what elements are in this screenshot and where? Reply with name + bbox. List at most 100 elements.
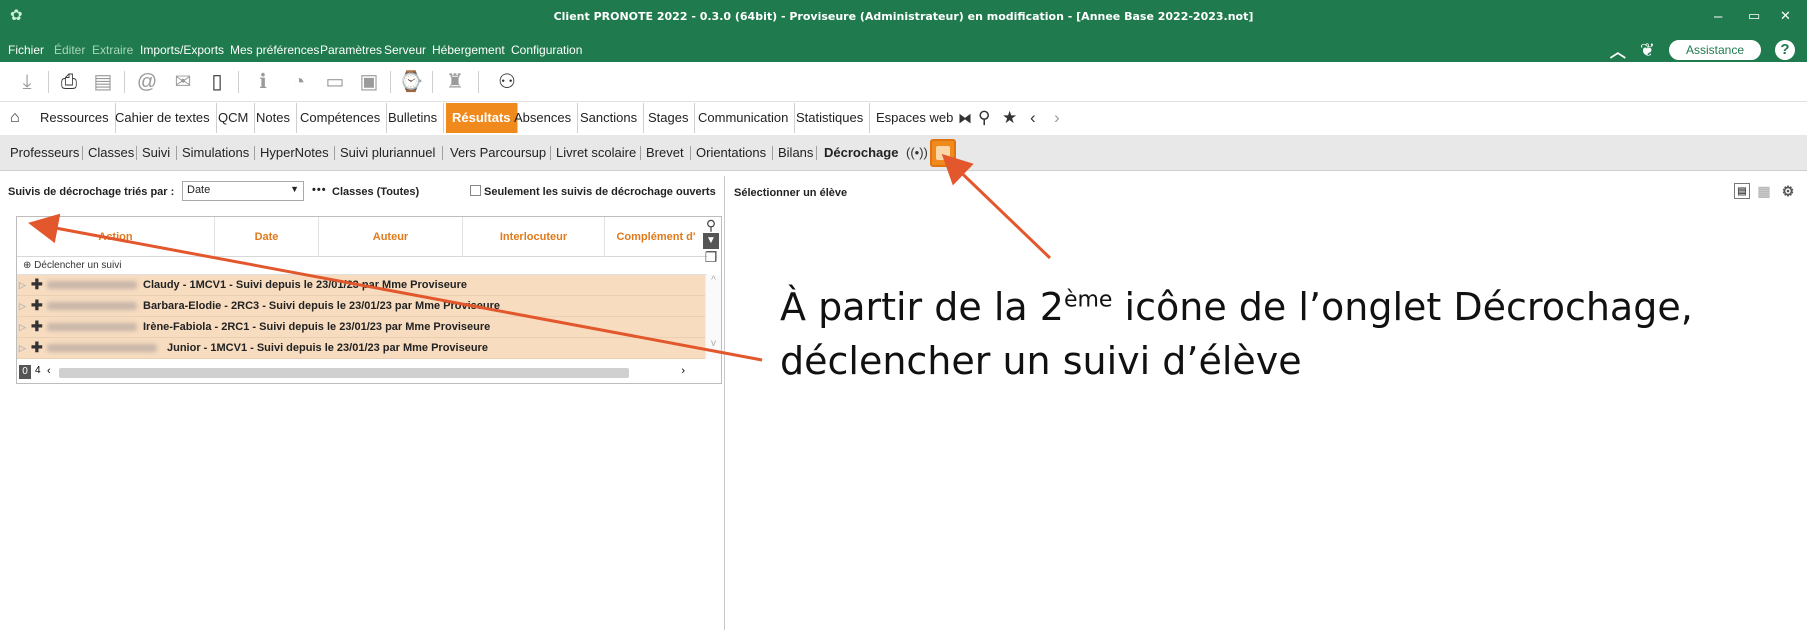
column-complement[interactable]: Complément d'	[605, 217, 707, 257]
tab-espaces-web[interactable]: Espaces web	[870, 103, 959, 133]
chevron-up-icon[interactable]: ︿	[1610, 38, 1626, 62]
chevron-left-icon[interactable]: ‹	[1030, 108, 1036, 128]
comment-icon[interactable]: ▭	[322, 69, 348, 95]
add-suivi-row[interactable]: ⊕ Déclencher un suivi	[17, 257, 707, 275]
table-row[interactable]: ▷ ✚ Irène-Fabiola - 2RC1 - Suivi depuis …	[17, 317, 707, 338]
menu-configuration[interactable]: Configuration	[511, 43, 582, 57]
document-icon[interactable]: ▤	[90, 69, 116, 95]
tab-qcm[interactable]: QCM	[212, 103, 256, 133]
mobile-icon[interactable]: ▯	[204, 69, 230, 95]
menu-hebergement[interactable]: Hébergement	[432, 43, 505, 57]
menu-parametres[interactable]: Paramètres	[320, 43, 382, 57]
agenda-icon[interactable]: ⌚	[398, 69, 424, 95]
decrochage-view-icon[interactable]	[930, 139, 956, 167]
column-auteur[interactable]: Auteur	[319, 217, 463, 257]
subtab-hypernotes[interactable]: HyperNotes	[260, 135, 329, 171]
tab-notes[interactable]: Notes	[250, 103, 297, 133]
sort-label: Suivis de décrochage triés par :	[8, 186, 175, 198]
expand-icon[interactable]: ▷	[19, 275, 26, 295]
tab-stages[interactable]: Stages	[642, 103, 696, 133]
subtab-classes[interactable]: Classes	[88, 135, 134, 171]
classes-filter[interactable]: Classes (Toutes)	[332, 186, 419, 198]
table-row[interactable]: ▷ ✚ Barbara-Elodie - 2RC3 - Suivi depuis…	[17, 296, 707, 317]
only-open-checkbox[interactable]	[470, 185, 481, 196]
tab-resultats[interactable]: Résultats	[446, 103, 518, 133]
subtab-decrochage[interactable]: Décrochage	[824, 135, 898, 171]
menu-imports-exports[interactable]: Imports/Exports	[140, 43, 224, 57]
more-options-icon[interactable]: •••	[312, 184, 327, 196]
gear-icon[interactable]: ⚙	[1780, 183, 1796, 199]
document-box-icon[interactable]: ▤	[1734, 183, 1750, 199]
menu-editer[interactable]: Éditer	[54, 43, 85, 57]
annotation-text: À partir de la 2ème icône de l’onglet Dé…	[780, 280, 1800, 388]
chevron-down-icon[interactable]: v	[706, 338, 721, 349]
minimize-icon[interactable]: –	[1714, 8, 1722, 25]
menu-mes-preferences[interactable]: Mes préférences	[230, 43, 319, 57]
butterfly-icon[interactable]: ❦	[1640, 40, 1655, 61]
tab-communication[interactable]: Communication	[692, 103, 796, 133]
broadcast-icon[interactable]: ((•))	[906, 145, 928, 160]
sub-tabs: Professeurs Classes Suivi Simulations Hy…	[0, 135, 1807, 171]
filter-icon[interactable]: ▼	[703, 233, 719, 249]
chevron-left-icon[interactable]: ‹	[47, 365, 51, 377]
star-icon[interactable]: ★	[1002, 108, 1017, 128]
subtab-orientations[interactable]: Orientations	[696, 135, 766, 171]
tab-bulletins[interactable]: Bulletins	[382, 103, 445, 133]
search-icon[interactable]: ⚲	[978, 108, 990, 128]
info-icon[interactable]: ℹ	[250, 69, 276, 95]
sort-select[interactable]: Date ▼	[182, 181, 304, 201]
envelope-icon[interactable]: ✉	[170, 69, 196, 95]
tab-cahier-de-textes[interactable]: Cahier de textes	[109, 103, 217, 133]
annotation-superscript: ème	[1063, 287, 1113, 313]
group-icon[interactable]: ⚇	[494, 69, 520, 95]
expand-icon[interactable]: ▷	[19, 338, 26, 358]
home-icon[interactable]: ⌂	[10, 109, 20, 127]
subtab-professeurs[interactable]: Professeurs	[10, 135, 79, 171]
plus-icon: ✚	[31, 339, 43, 355]
subtab-suivi[interactable]: Suivi	[142, 135, 170, 171]
export-icon[interactable]: ▦	[1756, 183, 1772, 199]
scrollbar-thumb[interactable]	[59, 368, 629, 378]
subtab-divider	[254, 146, 255, 160]
print-icon[interactable]: ⎙	[56, 69, 82, 95]
subtab-bilans[interactable]: Bilans	[778, 135, 813, 171]
subtab-suivi-pluriannuel[interactable]: Suivi pluriannuel	[340, 135, 435, 171]
assistance-button[interactable]: Assistance	[1668, 40, 1761, 60]
expand-icon[interactable]: ▷	[19, 296, 26, 316]
menu-fichier[interactable]: Fichier	[8, 43, 44, 57]
email-at-icon[interactable]: @	[134, 69, 160, 95]
column-action[interactable]: Action	[17, 217, 215, 257]
chevron-right-icon[interactable]: ›	[1054, 108, 1060, 128]
table-row[interactable]: ▷ ✚ Claudy - 1MCV1 - Suivi depuis le 23/…	[17, 275, 707, 296]
menu-serveur[interactable]: Serveur	[384, 43, 426, 57]
tab-statistiques[interactable]: Statistiques	[790, 103, 871, 133]
tab-sanctions[interactable]: Sanctions	[574, 103, 645, 133]
form-icon[interactable]: ▣	[356, 69, 382, 95]
close-icon[interactable]: ✕	[1780, 8, 1791, 24]
subtab-simulations[interactable]: Simulations	[182, 135, 249, 171]
plus-icon: ✚	[31, 276, 43, 292]
chevron-up-icon[interactable]: ^	[706, 275, 721, 286]
menu-extraire[interactable]: Extraire	[92, 43, 133, 57]
help-icon[interactable]: ?	[1775, 40, 1795, 60]
download-icon[interactable]: ⤓	[14, 69, 40, 95]
collapse-icon[interactable]: ⧓	[958, 110, 972, 127]
select-student-label: Sélectionner un élève	[734, 187, 848, 199]
column-date[interactable]: Date	[215, 217, 319, 257]
chevron-right-icon[interactable]: ›	[681, 365, 685, 377]
subtab-vers-parcoursup[interactable]: Vers Parcoursup	[450, 135, 546, 171]
subtab-livret-scolaire[interactable]: Livret scolaire	[556, 135, 636, 171]
alarm-icon[interactable]: ♜	[442, 69, 468, 95]
tab-absences[interactable]: Absences	[508, 103, 579, 133]
subtab-brevet[interactable]: Brevet	[646, 135, 684, 171]
table-row[interactable]: ▷ ✚ Junior - 1MCV1 - Suivi depuis le 23/…	[17, 338, 707, 359]
horizontal-scrollbar[interactable]: ‹ ›	[45, 365, 685, 379]
pie-chart-icon[interactable]: ◔	[286, 69, 312, 95]
expand-icon[interactable]: ▷	[19, 317, 26, 337]
restore-icon[interactable]: ▭	[1748, 8, 1760, 24]
column-interlocuteur[interactable]: Interlocuteur	[463, 217, 605, 257]
vertical-scrollbar[interactable]: ^ v	[705, 275, 721, 359]
tab-competences[interactable]: Compétences	[294, 103, 388, 133]
tab-ressources[interactable]: Ressources	[34, 103, 116, 133]
search-icon[interactable]: ⚲	[703, 217, 719, 233]
